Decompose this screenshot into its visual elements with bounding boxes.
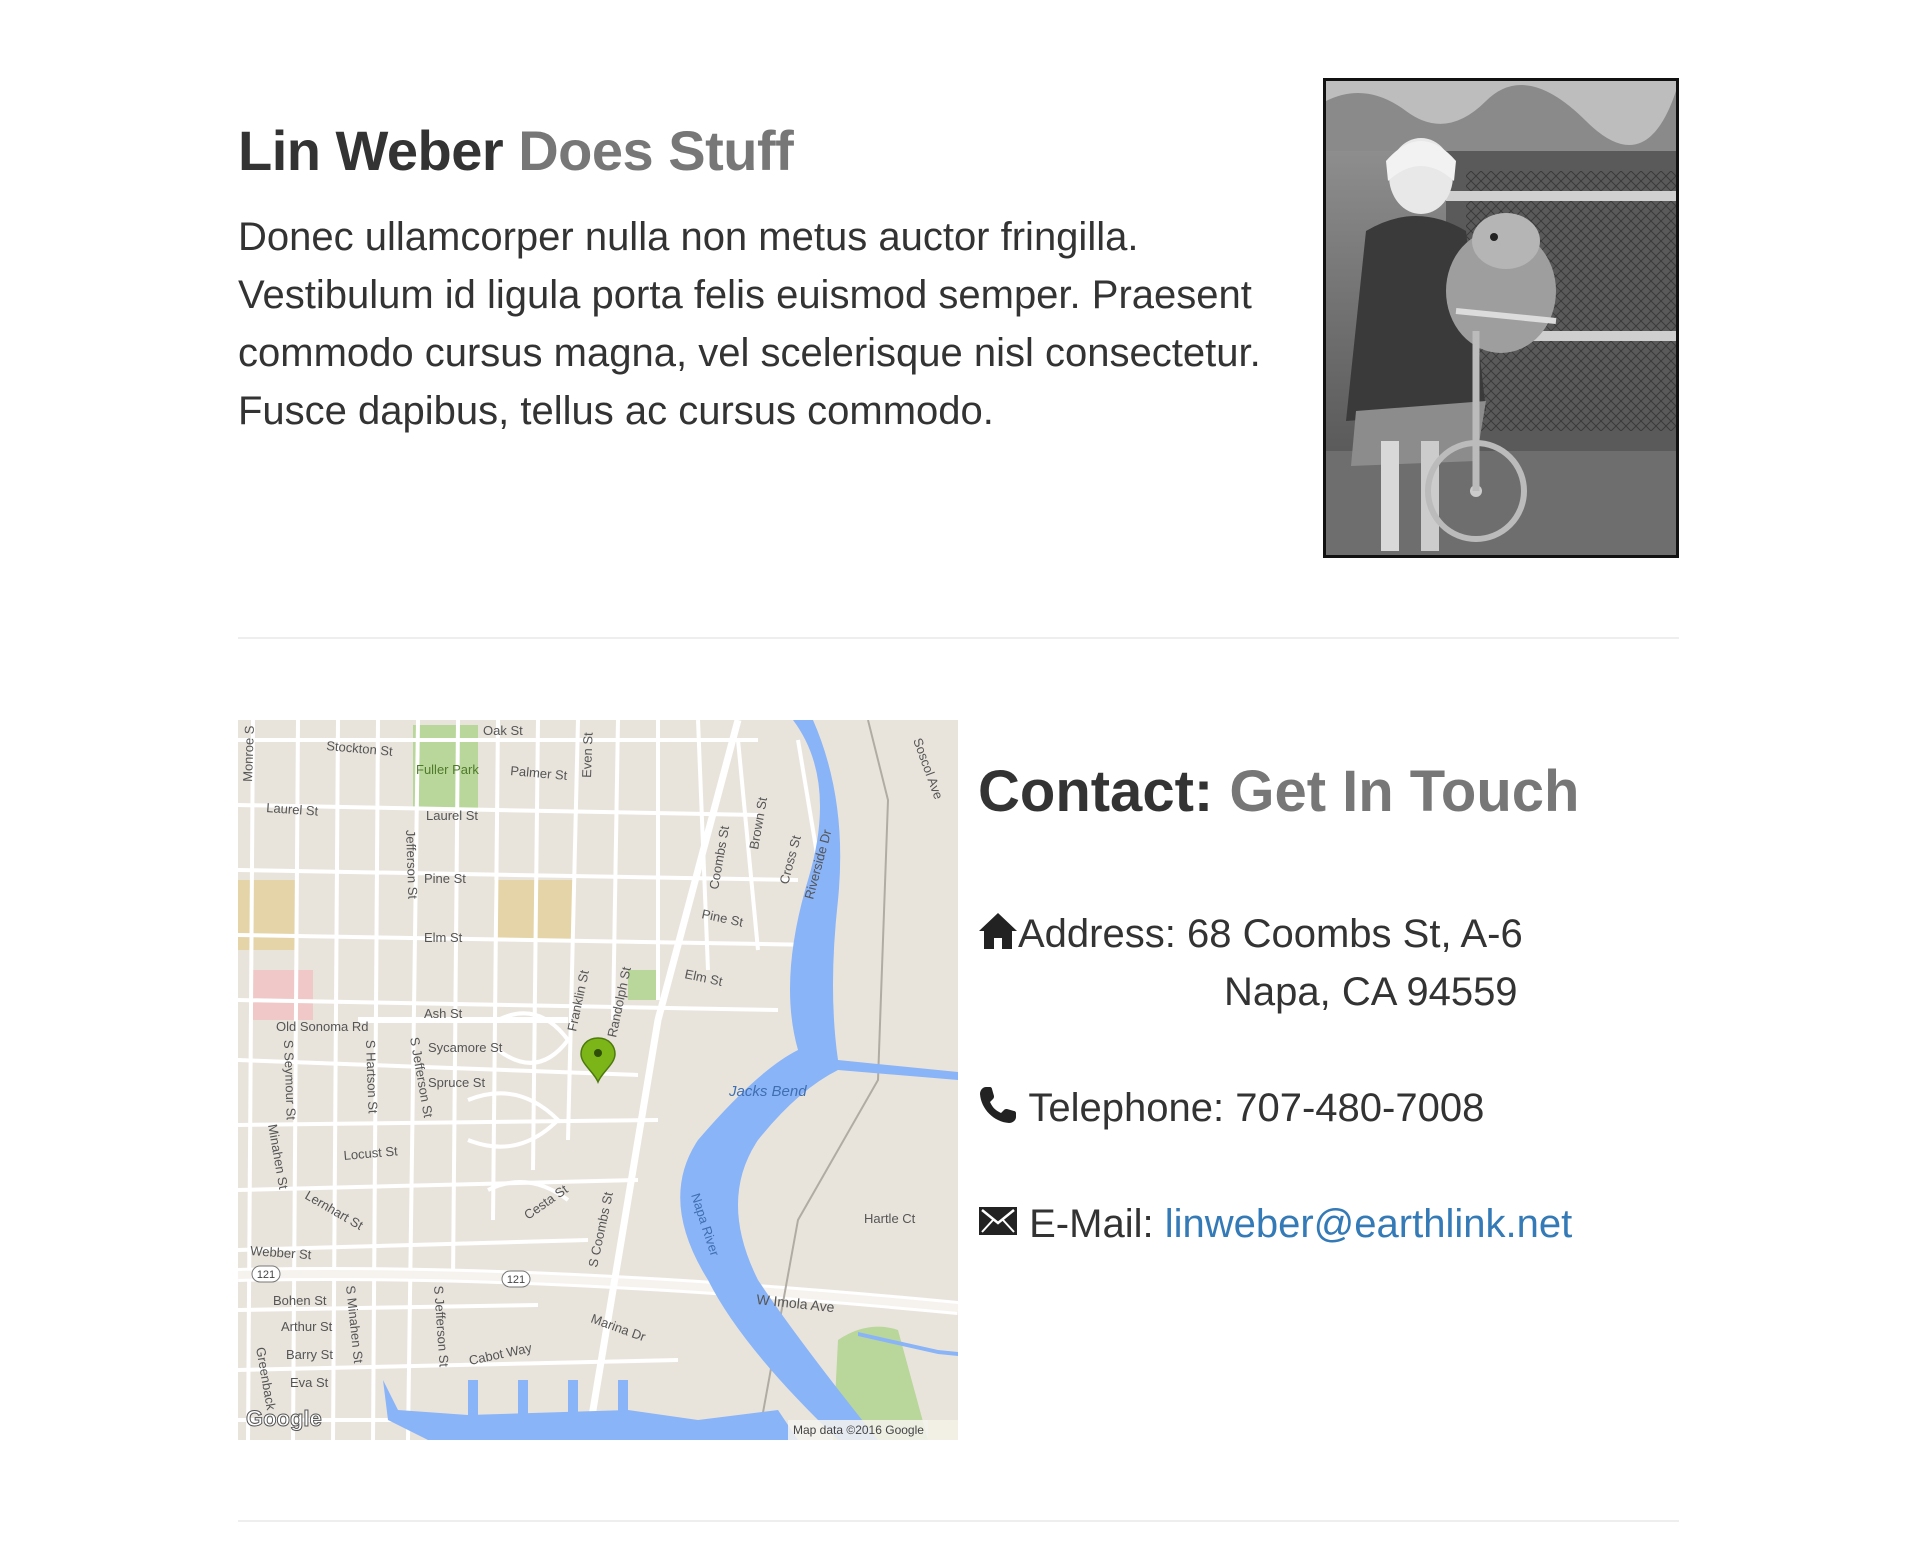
phone-label: Telephone:	[1028, 1086, 1225, 1130]
phone-row: Telephone: 707-480-7008	[978, 1079, 1484, 1141]
phone-icon	[978, 1083, 1018, 1141]
envelope-icon	[978, 1199, 1018, 1257]
map-label: Spruce St	[428, 1075, 485, 1090]
address-line1: 68 Coombs St, A-6	[1186, 912, 1523, 956]
map-label: Barry St	[286, 1347, 333, 1362]
map-label: Jacks Bend	[728, 1083, 807, 1100]
section-divider	[238, 1520, 1679, 1522]
contact-title: Contact: Get In Touch	[978, 758, 1579, 826]
address-label: Address:	[1018, 912, 1176, 956]
contact-title-tagline: Get In Touch	[1229, 759, 1580, 824]
email-link[interactable]: linweber@earthlink.net	[1165, 1202, 1572, 1246]
map-label: Laurel St	[426, 808, 478, 823]
google-logo: Google	[246, 1406, 322, 1431]
email-label: E-Mail:	[1029, 1202, 1154, 1246]
intro-paragraph: Donec ullamcorper nulla non metus auctor…	[238, 215, 1261, 433]
map-label: Jefferson St	[403, 830, 420, 900]
map-label: Hartle Ct	[864, 1211, 916, 1226]
map-label: Even St	[579, 732, 596, 778]
section-divider	[238, 637, 1679, 639]
location-map[interactable]: Oak St Stockton St Fuller Park Palmer St…	[238, 720, 958, 1440]
address-line2: Napa, CA 94559	[1224, 970, 1518, 1014]
map-label: Pine St	[424, 871, 466, 886]
page-title: Lin Weber Does Stuff	[238, 118, 794, 184]
map-label: 121	[257, 1269, 275, 1281]
map-attribution[interactable]: Map data ©2016 Google	[793, 1423, 924, 1437]
address-row: Address: 68 Coombs St, A-6	[978, 905, 1523, 967]
highway-shield-icon: 121	[501, 1270, 531, 1288]
map-label: Elm St	[424, 930, 463, 945]
highway-shield-icon: 121	[251, 1265, 281, 1283]
home-icon	[978, 909, 1018, 967]
portrait-photo	[1323, 78, 1679, 558]
map-label: Fuller Park	[416, 762, 479, 777]
map-label: Arthur St	[281, 1319, 333, 1334]
title-tagline: Does Stuff	[518, 119, 794, 182]
email-row: E-Mail: linweber@earthlink.net	[978, 1195, 1572, 1257]
map-label: S Hartson St	[363, 1040, 381, 1115]
map-label: Monroe S	[240, 725, 257, 782]
map-label: Oak St	[483, 723, 523, 738]
map-label: 121	[507, 1274, 525, 1286]
map-label: Ash St	[424, 1006, 463, 1021]
phone-number[interactable]: 707-480-7008	[1235, 1086, 1484, 1130]
map-label: S Seymour St	[281, 1040, 299, 1121]
map-label: Eva St	[290, 1375, 329, 1390]
map-label: Bohen St	[273, 1293, 327, 1308]
map-label: Old Sonoma Rd	[276, 1019, 369, 1034]
title-name: Lin Weber	[238, 119, 504, 182]
contact-title-main: Contact:	[978, 759, 1214, 824]
map-label: Sycamore St	[428, 1040, 503, 1055]
